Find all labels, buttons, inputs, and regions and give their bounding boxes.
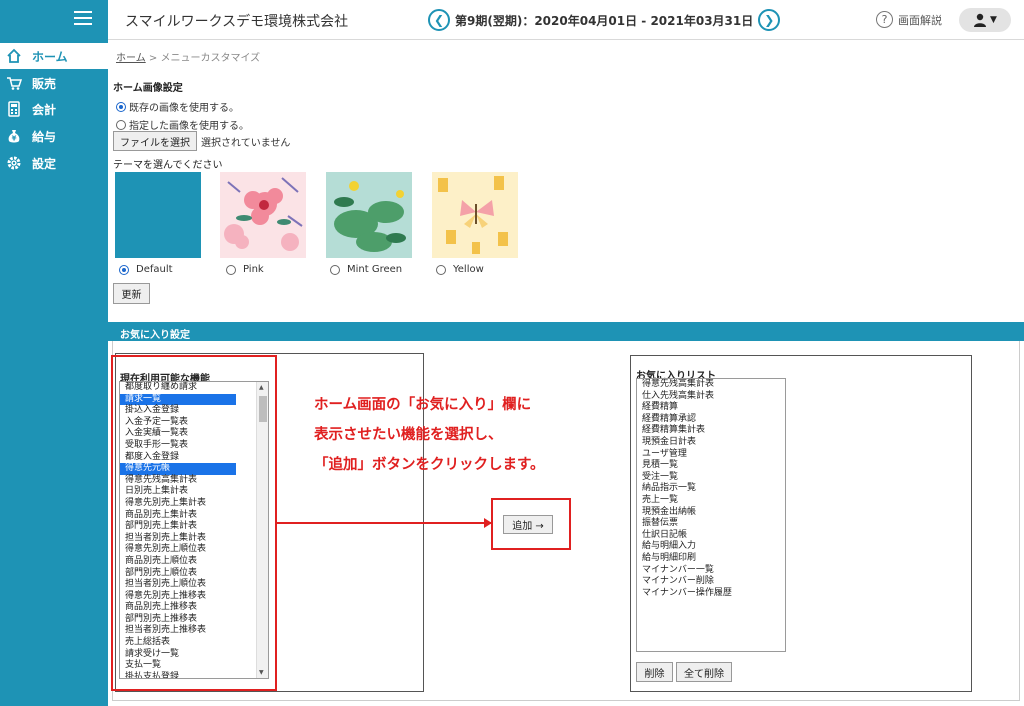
list-item[interactable]: マイナンバー操作履歴 [637,588,785,600]
favorites-section-title: お気に入り設定 [120,330,190,341]
sidebar-item-sales[interactable]: 販売 [0,70,108,96]
add-button[interactable]: 追加 → [503,515,553,534]
option-label: 指定した画像を使用する。 [129,121,249,132]
list-item[interactable]: 現預金出納帳 [637,507,785,519]
sidebar-item-settings[interactable]: 設定 [0,150,108,176]
company-name: スマイルワークスデモ環境株式会社 [125,14,349,30]
user-menu-button[interactable]: ▼ [959,8,1011,32]
theme-title: テーマを選んでください [113,160,223,171]
list-item[interactable]: 納品指示一覧 [637,483,785,495]
theme-option-mint-green[interactable]: Mint Green [330,264,402,275]
chevron-right-icon[interactable]: ❯ [758,9,781,31]
list-item[interactable]: ユーザ管理 [637,449,785,461]
user-icon [974,13,987,27]
radio-button[interactable] [116,101,126,112]
breadcrumb-current: メニューカスタマイズ [160,53,261,64]
theme-thumbnail-mint-green[interactable] [326,172,412,258]
list-item[interactable]: 経費精算承認 [637,414,785,426]
theme-option-default[interactable]: Default [119,264,173,275]
theme-option-pink[interactable]: Pink [226,264,264,275]
breadcrumb: ホーム > メニューカスタマイズ [116,49,260,64]
cart-icon [6,75,22,91]
list-item[interactable]: 経費精算 [637,402,785,414]
radio-button[interactable] [119,264,129,275]
gear-icon [6,155,22,171]
list-item[interactable]: 仕訳日記帳 [637,530,785,542]
update-button[interactable]: 更新 [113,283,150,304]
delete-button[interactable]: 削除 [636,662,673,682]
question-icon: ? [876,11,893,28]
list-item[interactable]: 給与明細印刷 [637,553,785,565]
sidebar-item-home[interactable]: ホーム [0,43,108,69]
option-custom-image[interactable]: 指定した画像を使用する。 [116,117,249,132]
theme-label: Mint Green [347,264,403,275]
sidebar-item-accounting[interactable]: 会計 [0,96,108,122]
sidebar-item-label: 会計 [32,102,57,117]
option-label: 既存の画像を使用する。 [129,103,239,114]
calculator-icon [6,101,22,117]
list-item[interactable]: 経費精算集計表 [637,425,785,437]
favorites-section-header: お気に入り設定 [108,322,1024,341]
annotation-line: ホーム画面の「お気に入り」欄に [314,397,532,413]
svg-text:¥: ¥ [12,135,17,143]
list-item[interactable]: マイナンバー削除 [637,576,785,588]
annotation-highlight-list [111,355,277,691]
annotation-line: 「追加」ボタンをクリックします。 [314,457,545,473]
radio-button[interactable] [116,119,126,130]
hamburger-icon [74,11,92,25]
sidebar: ホーム 販売 会計 ¥ 給与 設定 [0,0,108,706]
favorite-items: 得意先残高集計表 仕入先残高集計表 経費精算 経費精算承認 経費精算集計表 現預金日計表ユ… [637,379,785,599]
annotation-text: ホーム画面の「お気に入り」欄に 表示させたい機能を選択し、 「追加」ボタンをクリ… [314,390,545,480]
chevron-down-icon: ▼ [990,15,997,25]
radio-button[interactable] [436,264,446,275]
theme-label: Pink [243,264,264,275]
money-bag-icon: ¥ [6,128,22,144]
theme-thumbnail-default[interactable] [115,172,201,258]
list-item[interactable]: 仕入先残高集計表 [637,391,785,403]
annotation-line: 表示させたい機能を選択し、 [314,427,503,443]
list-item[interactable]: 売上一覧 [637,495,785,507]
theme-option-yellow[interactable]: Yellow [436,264,484,275]
list-item[interactable]: 受注一覧 [637,472,785,484]
radio-button[interactable] [330,264,340,275]
home-image-title: ホーム画像設定 [113,83,183,94]
theme-thumbnail-pink[interactable] [220,172,306,258]
sidebar-item-label: 設定 [32,156,57,171]
home-icon [6,48,22,64]
favorites-list[interactable]: 得意先残高集計表 仕入先残高集計表 経費精算 経費精算承認 経費精算集計表 現預金日計表ユ… [636,378,786,652]
list-item[interactable]: 見積一覧 [637,460,785,472]
menu-toggle-button[interactable] [0,0,108,38]
sidebar-item-label: 給与 [32,129,57,144]
breadcrumb-separator: > [148,53,158,64]
chevron-left-icon[interactable]: ❮ [428,9,450,31]
file-status: 選択されていません [201,137,291,149]
list-item[interactable]: 現預金日計表 [637,437,785,449]
header: スマイルワークスデモ環境株式会社 ❮ 第9期(翌期)：2020年04月01日 -… [108,0,1024,40]
theme-label: Default [136,264,173,275]
delete-all-button[interactable]: 全て削除 [676,662,732,682]
list-item[interactable]: マイナンバー一覧 [637,565,785,577]
radio-button[interactable] [226,264,236,275]
period-text: 第9期(翌期)：2020年04月01日 - 2021年03月31日 [455,13,754,28]
breadcrumb-home-link[interactable]: ホーム [116,53,146,64]
sidebar-item-label: 販売 [32,76,57,91]
choose-file-button[interactable]: ファイルを選択 [113,131,197,151]
sidebar-item-label: ホーム [32,49,68,64]
theme-thumbnail-yellow[interactable] [432,172,518,258]
file-picker-row: ファイルを選択 選択されていません [113,131,290,151]
help-link[interactable]: ? 画面解説 [876,11,942,28]
period-selector: ❮ 第9期(翌期)：2020年04月01日 - 2021年03月31日 ❯ [428,9,781,31]
theme-label: Yellow [453,264,484,275]
list-item[interactable]: 給与明細入力 [637,541,785,553]
annotation-arrow [277,518,492,528]
list-item[interactable]: 振替伝票 [637,518,785,530]
sidebar-item-payroll[interactable]: ¥ 給与 [0,123,108,149]
help-label: 画面解説 [898,13,942,27]
option-existing-image[interactable]: 既存の画像を使用する。 [116,99,239,114]
list-item[interactable]: 得意先残高集計表 [637,379,785,391]
